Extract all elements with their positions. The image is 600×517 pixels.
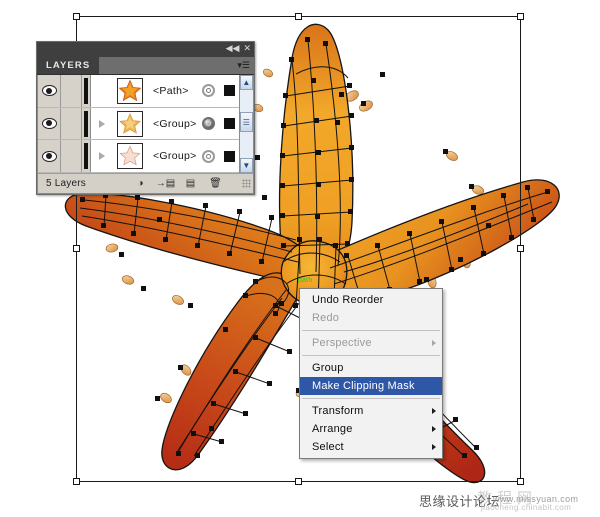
selection-color-swatch bbox=[221, 108, 239, 140]
menu-separator bbox=[302, 330, 440, 331]
eye-icon bbox=[41, 118, 57, 129]
layers-panel-footer: 5 Layers ◑ →▤ ▤ 🗑 bbox=[37, 173, 254, 194]
expand-spacer bbox=[91, 75, 113, 107]
menu-item-label: Redo bbox=[312, 312, 340, 324]
panel-titlebar[interactable]: ◀◀ ✕ bbox=[37, 42, 254, 57]
target-indicator[interactable] bbox=[197, 108, 221, 140]
menu-separator bbox=[302, 355, 440, 356]
selection-handle-ne[interactable] bbox=[517, 13, 524, 20]
menu-item-label: Make Clipping Mask bbox=[312, 380, 415, 392]
eye-icon bbox=[41, 150, 57, 162]
layer-thumbnail bbox=[113, 108, 147, 140]
layer-color-bar bbox=[82, 75, 91, 107]
submenu-arrow-icon bbox=[432, 408, 436, 414]
panel-tab-row: LAYERS ▾☰ bbox=[37, 57, 254, 75]
layer-thumbnail bbox=[113, 140, 147, 172]
illustrator-canvas: path ◀◀ ✕ LAYERS ▾☰ <Path> <Group> <Grou… bbox=[0, 0, 600, 517]
menu-item-label: Select bbox=[312, 441, 344, 453]
visibility-toggle[interactable] bbox=[38, 107, 61, 140]
chevron-right-icon bbox=[99, 119, 105, 128]
chevron-right-icon bbox=[99, 152, 105, 161]
watermark-url-secondary: jiaocheng.chinabit.com bbox=[481, 503, 572, 512]
expand-arrow[interactable] bbox=[91, 108, 113, 140]
collapse-icon[interactable]: ◀◀ bbox=[226, 45, 240, 54]
layer-count-label: 5 Layers bbox=[46, 178, 86, 189]
menu-item-redo: Redo bbox=[300, 309, 442, 327]
thumbnail-starfish-textured bbox=[117, 110, 143, 137]
watermark: 教程网 思缘设计论坛 www.missyuan.com jiaocheng.ch… bbox=[419, 487, 595, 513]
expand-arrow[interactable] bbox=[91, 140, 113, 172]
submenu-arrow-icon bbox=[432, 340, 436, 346]
menu-item-undo-reorder[interactable]: Undo Reorder bbox=[300, 291, 442, 309]
selection-handle-s[interactable] bbox=[295, 478, 302, 485]
panel-tab-filler: ▾☰ bbox=[99, 57, 254, 74]
layer-name[interactable]: <Group> bbox=[147, 140, 197, 172]
submenu-arrow-icon bbox=[432, 444, 436, 450]
selection-color-swatch bbox=[221, 75, 239, 107]
layers-panel[interactable]: ◀◀ ✕ LAYERS ▾☰ <Path> <Group> <Group> ▲ … bbox=[36, 41, 255, 195]
selection-handle-se[interactable] bbox=[517, 478, 524, 485]
lock-toggle[interactable] bbox=[61, 75, 82, 107]
selection-handle-nw[interactable] bbox=[73, 13, 80, 20]
layer-thumbnail bbox=[113, 75, 147, 107]
menu-item-group[interactable]: Group bbox=[300, 359, 442, 377]
panel-menu-icon[interactable]: ▾☰ bbox=[237, 61, 250, 70]
context-menu[interactable]: Undo Reorder Redo Perspective Group Make… bbox=[299, 288, 443, 459]
lock-toggle[interactable] bbox=[61, 107, 82, 140]
delete-selection-button[interactable]: 🗑 bbox=[203, 175, 228, 193]
layer-row[interactable]: <Group> bbox=[38, 107, 239, 141]
scroll-thumb[interactable]: ☰ bbox=[239, 112, 253, 132]
layer-color-bar bbox=[82, 107, 91, 140]
resize-grip[interactable] bbox=[242, 179, 251, 188]
menu-item-label: Group bbox=[312, 362, 344, 374]
menu-item-perspective: Perspective bbox=[300, 334, 442, 352]
menu-item-select[interactable]: Select bbox=[300, 438, 442, 456]
layer-color-bar bbox=[82, 140, 91, 173]
target-indicator[interactable] bbox=[197, 75, 221, 107]
selection-handle-n[interactable] bbox=[295, 13, 302, 20]
target-indicator[interactable] bbox=[197, 140, 221, 172]
layer-row[interactable]: <Group> bbox=[38, 140, 239, 173]
layer-name[interactable]: <Path> bbox=[147, 75, 197, 107]
layers-list[interactable]: <Path> <Group> <Group> ▲ ☰ ▼ bbox=[37, 75, 254, 173]
selection-color-swatch bbox=[221, 140, 239, 172]
scroll-track[interactable]: ☰ bbox=[239, 90, 253, 158]
visibility-toggle[interactable] bbox=[38, 140, 61, 173]
selection-handle-w[interactable] bbox=[73, 245, 80, 252]
menu-item-make-clipping-mask[interactable]: Make Clipping Mask bbox=[300, 377, 442, 395]
thumbnail-starfish-solid bbox=[117, 77, 143, 104]
smart-guide-label: path bbox=[298, 277, 313, 284]
layer-name[interactable]: <Group> bbox=[147, 108, 197, 140]
menu-item-transform[interactable]: Transform bbox=[300, 402, 442, 420]
menu-item-arrange[interactable]: Arrange bbox=[300, 420, 442, 438]
visibility-toggle[interactable] bbox=[38, 75, 61, 107]
menu-separator bbox=[302, 398, 440, 399]
scroll-down-button[interactable]: ▼ bbox=[239, 158, 253, 173]
menu-item-label: Undo Reorder bbox=[312, 294, 384, 306]
tab-layers[interactable]: LAYERS bbox=[37, 57, 100, 74]
layers-scrollbar[interactable]: ▲ ☰ ▼ bbox=[238, 75, 253, 173]
menu-item-label: Perspective bbox=[312, 337, 372, 349]
scroll-up-button[interactable]: ▲ bbox=[239, 75, 253, 90]
make-clipping-mask-button[interactable]: ◑ bbox=[128, 175, 153, 193]
create-new-layer-button[interactable]: ▤ bbox=[178, 175, 203, 193]
selection-handle-sw[interactable] bbox=[73, 478, 80, 485]
thumbnail-starfish-outline bbox=[117, 143, 143, 170]
menu-item-label: Transform bbox=[312, 405, 364, 417]
lock-toggle[interactable] bbox=[61, 140, 82, 173]
submenu-arrow-icon bbox=[432, 426, 436, 432]
eye-icon bbox=[41, 85, 57, 97]
menu-item-label: Arrange bbox=[312, 423, 353, 435]
layer-row[interactable]: <Path> bbox=[38, 75, 239, 108]
create-new-sublayer-button[interactable]: →▤ bbox=[153, 175, 178, 193]
close-icon[interactable]: ✕ bbox=[243, 45, 251, 54]
selection-handle-e[interactable] bbox=[517, 245, 524, 252]
